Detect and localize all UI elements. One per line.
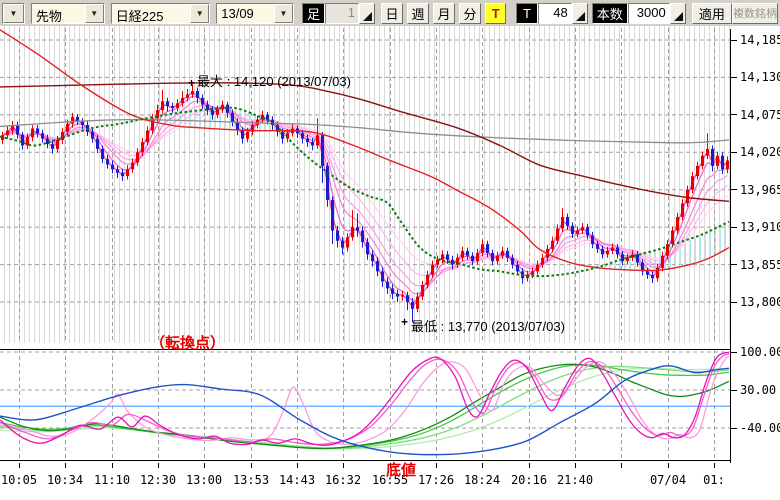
toolbar: ▼ 先物 ▼ 日経225 ▼ 13/09 ▼ 足 1 日 週 月 分 T T 4… bbox=[0, 0, 780, 26]
min-annotation: 最低 : 13,770 (2013/07/03) bbox=[411, 316, 565, 335]
spinner-icon[interactable] bbox=[359, 3, 375, 24]
time-tick bbox=[714, 463, 715, 468]
time-label: 14:43 bbox=[279, 473, 315, 487]
high-marker-icon: + bbox=[188, 77, 195, 89]
time-tick bbox=[65, 463, 66, 468]
time-label: 10:05 bbox=[1, 473, 37, 487]
time-tick bbox=[158, 463, 159, 468]
time-tick bbox=[251, 463, 252, 468]
time-label: 13:53 bbox=[233, 473, 269, 487]
time-label: 13:00 bbox=[186, 473, 222, 487]
price-label: 13,800 bbox=[731, 295, 780, 309]
time-label: 17:26 bbox=[418, 473, 454, 487]
time-label: 01: bbox=[703, 473, 725, 487]
bar-type-toggle[interactable]: 足 bbox=[302, 3, 325, 24]
symbol-value: 日経225 bbox=[112, 4, 190, 23]
time-label: 20:16 bbox=[511, 473, 547, 487]
chart-area: 14,185 14,130 14,075 14,020 13,965 13,910 13,8… bbox=[0, 26, 780, 500]
main-chart-canvas[interactable] bbox=[0, 26, 730, 343]
time-label: 18:24 bbox=[464, 473, 500, 487]
time-label: 16:32 bbox=[325, 473, 361, 487]
time-label: 12:30 bbox=[140, 473, 176, 487]
price-label: 13,910 bbox=[731, 220, 780, 234]
spinner-icon[interactable] bbox=[670, 3, 686, 24]
multi-symbol-button[interactable]: 複数銘柄 bbox=[732, 3, 778, 24]
instrument-type-value: 先物 bbox=[32, 4, 85, 23]
tick-count-label: T bbox=[516, 3, 537, 24]
time-tick bbox=[112, 463, 113, 468]
time-tick bbox=[297, 463, 298, 468]
period-tick-button[interactable]: T bbox=[485, 3, 506, 24]
time-tick bbox=[529, 463, 530, 468]
time-tick bbox=[575, 463, 576, 468]
price-label: 14,185 bbox=[731, 33, 780, 47]
chevron-down-icon: ▼ bbox=[85, 4, 104, 23]
bar-interval-value: 1 bbox=[325, 3, 359, 24]
time-tick bbox=[621, 463, 622, 468]
period-daily-button[interactable]: 日 bbox=[381, 3, 403, 24]
bar-count-spinner[interactable]: 3000 bbox=[628, 3, 686, 24]
period-minute-button[interactable]: 分 bbox=[459, 3, 481, 24]
period-weekly-button[interactable]: 週 bbox=[407, 3, 429, 24]
time-label: 10:34 bbox=[47, 473, 83, 487]
chevron-down-icon: ▼ bbox=[3, 4, 24, 23]
moving-averages bbox=[0, 30, 729, 276]
price-label: 14,075 bbox=[731, 108, 780, 122]
rci-lines bbox=[0, 352, 729, 454]
time-label: 07/04 bbox=[650, 473, 686, 487]
bar-count-label: 本数 bbox=[592, 3, 628, 24]
contract-month-select[interactable]: 13/09 ▼ bbox=[216, 3, 294, 24]
time-tick bbox=[482, 463, 483, 468]
spinner-icon[interactable] bbox=[572, 3, 588, 24]
time-tick bbox=[204, 463, 205, 468]
chart-application-window: ▼ 先物 ▼ 日経225 ▼ 13/09 ▼ 足 1 日 週 月 分 T T 4… bbox=[0, 0, 780, 500]
max-annotation: 最大 : 14,120 (2013/07/03) bbox=[197, 71, 351, 90]
period-monthly-button[interactable]: 月 bbox=[433, 3, 455, 24]
bar-count-value: 3000 bbox=[628, 3, 670, 24]
indicator-label: -40.00 bbox=[731, 421, 780, 435]
price-label: 14,130 bbox=[731, 70, 780, 84]
oscillator-chart bbox=[0, 343, 730, 463]
price-label: 13,855 bbox=[731, 258, 780, 272]
contract-month-value: 13/09 bbox=[217, 4, 274, 23]
apply-button[interactable]: 適用 bbox=[692, 3, 732, 24]
mini-dropdown[interactable]: ▼ bbox=[2, 3, 25, 24]
time-tick bbox=[19, 463, 20, 468]
price-label: 14,020 bbox=[731, 145, 780, 159]
chevron-down-icon: ▼ bbox=[190, 4, 209, 23]
instrument-type-select[interactable]: 先物 ▼ bbox=[31, 3, 105, 24]
symbol-select[interactable]: 日経225 ▼ bbox=[111, 3, 210, 24]
tick-count-spinner[interactable]: 48 bbox=[538, 3, 588, 24]
time-tick bbox=[668, 463, 669, 468]
time-label: 21:40 bbox=[557, 473, 593, 487]
price-axis-line bbox=[730, 29, 731, 481]
chevron-down-icon: ▼ bbox=[274, 4, 293, 23]
indicator-canvas[interactable] bbox=[0, 343, 730, 463]
low-marker-icon: + bbox=[401, 316, 408, 328]
time-tick bbox=[343, 463, 344, 468]
indicator-label: 30.00 bbox=[731, 383, 780, 397]
indicator-label: 100.00 bbox=[731, 345, 780, 359]
price-label: 13,965 bbox=[731, 183, 780, 197]
bar-interval-spinner[interactable]: 1 bbox=[325, 3, 375, 24]
time-label: 11:10 bbox=[94, 473, 130, 487]
candlestick-chart bbox=[0, 26, 730, 343]
bottom-price-annotation: 底値 bbox=[386, 459, 416, 480]
tick-count-value: 48 bbox=[538, 3, 572, 24]
time-tick bbox=[436, 463, 437, 468]
turning-point-annotation: （転換点） bbox=[150, 332, 225, 353]
